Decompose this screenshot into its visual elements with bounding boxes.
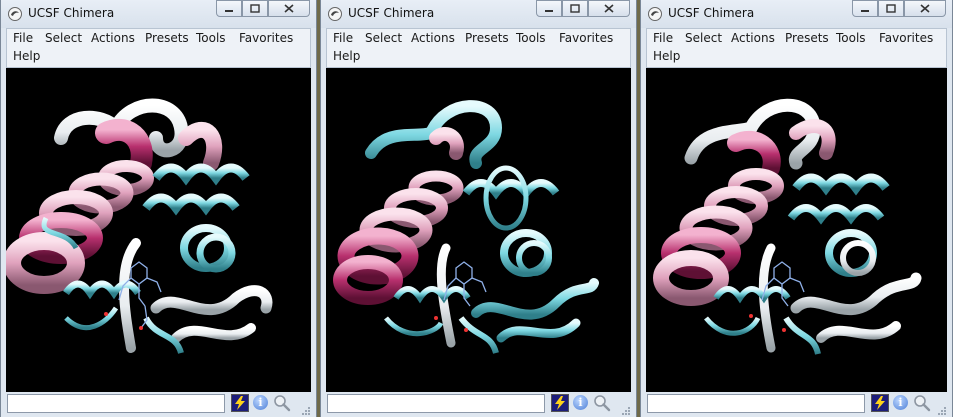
status-bar: i [6, 392, 311, 417]
protein-ribbon-graphic [653, 98, 922, 355]
close-button[interactable] [588, 0, 630, 17]
menu-file[interactable]: File [333, 31, 353, 45]
minimize-icon [225, 9, 233, 12]
menu-favorites[interactable]: Favorites [239, 31, 293, 45]
minimize-button[interactable] [536, 0, 562, 17]
execute-command-button[interactable] [231, 394, 249, 412]
protein-ribbon-graphic [333, 100, 599, 354]
menu-tools[interactable]: Tools [836, 31, 866, 45]
menu-favorites[interactable]: Favorites [559, 31, 613, 45]
maximize-icon [886, 4, 896, 13]
close-icon [604, 4, 614, 13]
molecule-viewer[interactable] [326, 68, 631, 392]
command-line-input[interactable] [647, 394, 865, 413]
command-line-input[interactable] [327, 394, 545, 413]
protein-ribbon-graphic [6, 98, 273, 355]
resize-grip-icon[interactable] [937, 406, 947, 416]
lightning-bolt-icon [235, 396, 245, 410]
resize-grip-icon[interactable] [621, 406, 631, 416]
menu-select[interactable]: Select [45, 31, 82, 45]
minimize-icon [545, 9, 553, 12]
close-button[interactable] [268, 0, 310, 17]
molecule-viewer[interactable] [6, 68, 311, 392]
menu-help[interactable]: Help [333, 49, 360, 63]
close-icon [284, 4, 294, 13]
resize-grip-icon[interactable] [301, 406, 311, 416]
status-bar: i [326, 392, 631, 417]
lightning-bolt-icon [555, 396, 565, 410]
menu-presets[interactable]: Presets [145, 31, 189, 45]
magnifier-icon[interactable] [273, 394, 291, 412]
menu-select[interactable]: Select [685, 31, 722, 45]
chimera-app-icon [8, 7, 22, 21]
maximize-button[interactable] [562, 0, 588, 17]
execute-command-button[interactable] [871, 394, 889, 412]
title-bar[interactable]: UCSF Chimera [641, 0, 952, 28]
execute-command-button[interactable] [551, 394, 569, 412]
menu-favorites[interactable]: Favorites [879, 31, 933, 45]
close-icon [920, 4, 930, 13]
chimera-window-1: UCSF Chimera File Select Actions Presets… [0, 0, 317, 417]
menu-bar: File Select Actions Presets Tools Favori… [326, 28, 631, 68]
command-line-input[interactable] [7, 394, 225, 413]
menu-actions[interactable]: Actions [731, 31, 775, 45]
magnifier-icon[interactable] [593, 394, 611, 412]
menu-select[interactable]: Select [365, 31, 402, 45]
chimera-window-2: UCSF Chimera File Select Actions Presets… [320, 0, 637, 417]
info-icon[interactable]: i [573, 395, 588, 410]
close-button[interactable] [904, 0, 946, 17]
minimize-button[interactable] [216, 0, 242, 17]
menu-bar: File Select Actions Presets Tools Favori… [646, 28, 947, 68]
menu-actions[interactable]: Actions [91, 31, 135, 45]
molecule-viewer[interactable] [646, 68, 947, 392]
title-bar[interactable]: UCSF Chimera [321, 0, 636, 28]
menu-help[interactable]: Help [13, 49, 40, 63]
menu-presets[interactable]: Presets [785, 31, 829, 45]
menu-bar: File Select Actions Presets Tools Favori… [6, 28, 311, 68]
menu-presets[interactable]: Presets [465, 31, 509, 45]
status-bar: i [646, 392, 947, 417]
window-title: UCSF Chimera [348, 6, 435, 20]
menu-actions[interactable]: Actions [411, 31, 455, 45]
chimera-window-3: UCSF Chimera File Select Actions Presets… [640, 0, 953, 417]
maximize-button[interactable] [242, 0, 268, 17]
minimize-icon [861, 9, 869, 12]
lightning-bolt-icon [875, 396, 885, 410]
menu-file[interactable]: File [13, 31, 33, 45]
info-icon[interactable]: i [893, 395, 908, 410]
info-icon[interactable]: i [253, 395, 268, 410]
menu-tools[interactable]: Tools [196, 31, 226, 45]
maximize-icon [570, 4, 580, 13]
title-bar[interactable]: UCSF Chimera [1, 0, 316, 28]
chimera-app-icon [328, 7, 342, 21]
menu-tools[interactable]: Tools [516, 31, 546, 45]
menu-file[interactable]: File [653, 31, 673, 45]
maximize-icon [250, 4, 260, 13]
window-title: UCSF Chimera [28, 6, 115, 20]
minimize-button[interactable] [852, 0, 878, 17]
maximize-button[interactable] [878, 0, 904, 17]
chimera-app-icon [648, 7, 662, 21]
magnifier-icon[interactable] [913, 394, 931, 412]
menu-help[interactable]: Help [653, 49, 680, 63]
window-title: UCSF Chimera [668, 6, 755, 20]
